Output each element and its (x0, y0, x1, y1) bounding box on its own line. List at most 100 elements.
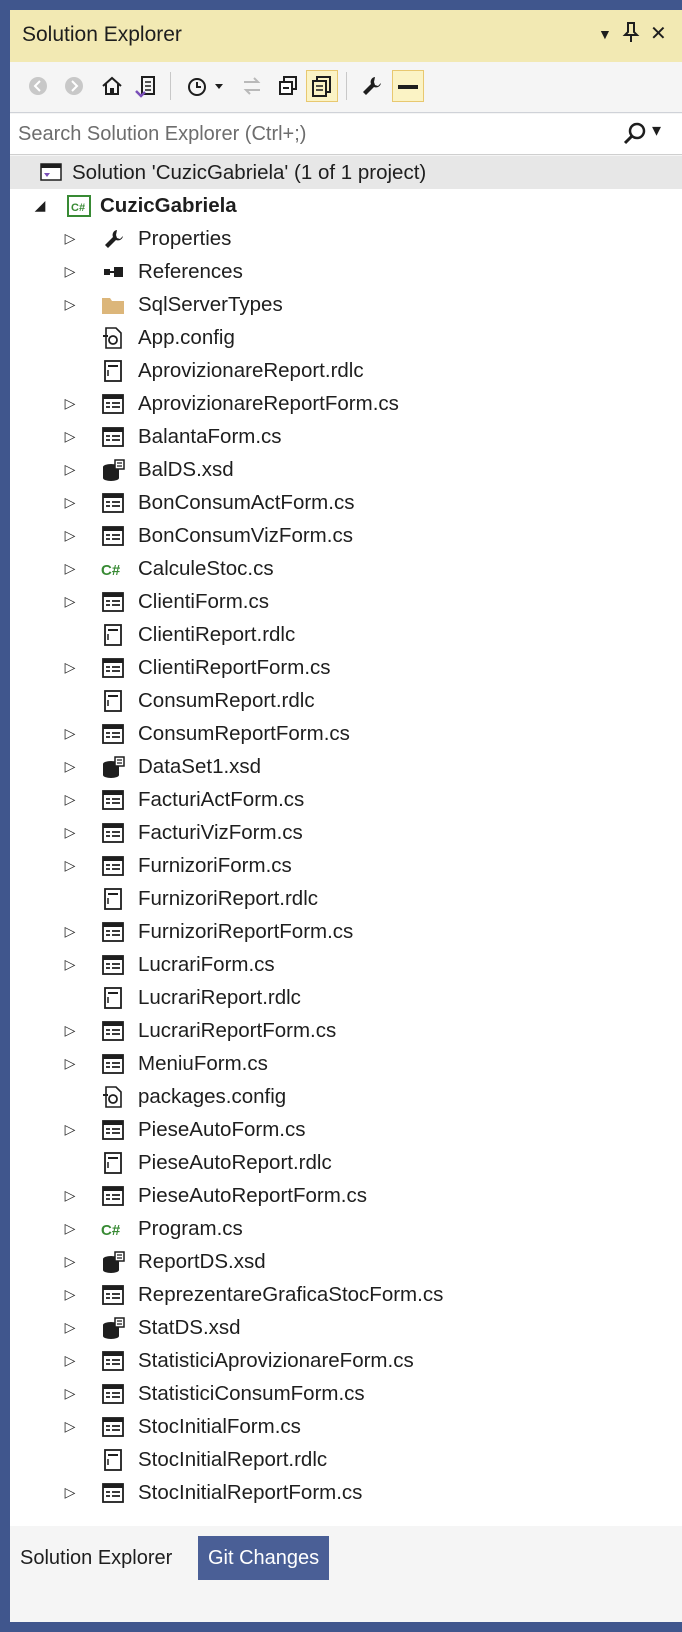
forward-icon[interactable] (58, 70, 90, 102)
tree-row-file[interactable]: ▷ ClientiReportForm.cs (10, 651, 682, 684)
expand-arrow-icon[interactable]: ▷ (62, 527, 78, 544)
switch-views-icon[interactable] (130, 70, 162, 102)
form-icon (100, 424, 126, 450)
expand-arrow-icon[interactable]: ▷ (62, 1484, 78, 1501)
solution-explorer-window: Solution Explorer ▼ ✕ Search Solution Ex… (10, 10, 682, 1622)
search-input[interactable] (18, 120, 618, 148)
expand-arrow-icon[interactable]: ▷ (62, 263, 78, 280)
expand-arrow-icon[interactable]: ▷ (62, 758, 78, 775)
tree-row-file[interactable]: ▷ AprovizionareReportForm.cs (10, 387, 682, 420)
tree-row-file[interactable]: ▷ SqlServerTypes (10, 288, 682, 321)
home-icon[interactable] (96, 70, 128, 102)
tree-row-file[interactable]: ▷ BalDS.xsd (10, 453, 682, 486)
pending-changes-filter-icon[interactable] (182, 70, 232, 102)
tree-item-label: packages.config (138, 1084, 287, 1108)
tree-row-file[interactable]: ▷ StocInitialReportForm.cs (10, 1476, 682, 1509)
tree-row-file[interactable]: App.config (10, 321, 682, 354)
tree-row-project[interactable]: ◢ C# CuzicGabriela (10, 189, 682, 222)
tree-row-file[interactable]: ▷ ConsumReportForm.cs (10, 717, 682, 750)
tree-row-file[interactable]: FurnizoriReport.rdlc (10, 882, 682, 915)
expand-arrow-icon[interactable]: ▷ (62, 1286, 78, 1303)
expand-arrow-icon[interactable]: ▷ (62, 725, 78, 742)
expand-arrow-icon[interactable]: ▷ (62, 1055, 78, 1072)
tree-row-file[interactable]: ▷ Properties (10, 222, 682, 255)
collapse-all-icon[interactable] (272, 70, 304, 102)
tree-row-file[interactable]: ▷ ReportDS.xsd (10, 1245, 682, 1278)
form-icon (100, 391, 126, 417)
wrench-icon (100, 226, 126, 252)
tree-row-file[interactable]: ConsumReport.rdlc (10, 684, 682, 717)
tree-row-file[interactable]: ▷ StatisticiAprovizionareForm.cs (10, 1344, 682, 1377)
preview-selected-items-icon[interactable] (392, 70, 424, 102)
tree-row-file[interactable]: ▷ StatDS.xsd (10, 1311, 682, 1344)
expand-arrow-icon[interactable]: ▷ (62, 395, 78, 412)
tree-row-solution[interactable]: Solution 'CuzicGabriela' (1 of 1 project… (10, 156, 682, 189)
tree-row-file[interactable]: ▷ StocInitialForm.cs (10, 1410, 682, 1443)
show-all-files-icon[interactable] (306, 70, 338, 102)
tree-row-file[interactable]: ▷ BonConsumVizForm.cs (10, 519, 682, 552)
tree-item-label: ClientiReport.rdlc (138, 622, 296, 646)
tree-row-file[interactable]: ▷ FurnizoriForm.cs (10, 849, 682, 882)
collapse-arrow-icon[interactable]: ◢ (32, 197, 48, 214)
expand-arrow-icon[interactable]: ▷ (62, 560, 78, 577)
svg-text:C#: C# (101, 562, 121, 579)
tree-row-file[interactable]: StocInitialReport.rdlc (10, 1443, 682, 1476)
expand-arrow-icon[interactable]: ▷ (62, 1385, 78, 1402)
expand-arrow-icon[interactable]: ▷ (62, 923, 78, 940)
tree-item-label: StocInitialReport.rdlc (138, 1447, 328, 1471)
search-icon[interactable] (622, 120, 648, 148)
tree-row-file[interactable]: ▷ PieseAutoReportForm.cs (10, 1179, 682, 1212)
tree-row-file[interactable]: packages.config (10, 1080, 682, 1113)
tree-row-file[interactable]: ▷ C# Program.cs (10, 1212, 682, 1245)
tree-row-file[interactable]: ▷ FurnizoriReportForm.cs (10, 915, 682, 948)
expand-arrow-icon[interactable]: ▷ (62, 1187, 78, 1204)
expand-arrow-icon[interactable]: ▷ (62, 461, 78, 478)
panel-title-bar[interactable]: Solution Explorer ▼ ✕ (10, 10, 682, 62)
expand-arrow-icon[interactable]: ▷ (62, 428, 78, 445)
tree-row-file[interactable]: ▷ LucrariReportForm.cs (10, 1014, 682, 1047)
expand-arrow-icon[interactable]: ▷ (62, 1121, 78, 1138)
expand-arrow-icon[interactable]: ▷ (62, 1352, 78, 1369)
tree-row-file[interactable]: ▷ LucrariForm.cs (10, 948, 682, 981)
expand-arrow-icon[interactable]: ▷ (62, 230, 78, 247)
tree-row-file[interactable]: LucrariReport.rdlc (10, 981, 682, 1014)
close-icon[interactable]: ✕ (650, 21, 667, 46)
expand-arrow-icon[interactable]: ▷ (62, 857, 78, 874)
tree-row-file[interactable]: ▷ C# CalculeStoc.cs (10, 552, 682, 585)
properties-wrench-icon[interactable] (356, 70, 388, 102)
tree-row-file[interactable]: ▷ BonConsumActForm.cs (10, 486, 682, 519)
search-options-dropdown-icon[interactable]: ▾ (652, 120, 661, 141)
tree-row-file[interactable]: ▷ PieseAutoForm.cs (10, 1113, 682, 1146)
back-icon[interactable] (22, 70, 54, 102)
expand-arrow-icon[interactable]: ▷ (62, 1418, 78, 1435)
tab-solution-explorer[interactable]: Solution Explorer (10, 1536, 183, 1580)
tree-row-file[interactable]: ▷ StatisticiConsumForm.cs (10, 1377, 682, 1410)
expand-arrow-icon[interactable]: ▷ (62, 824, 78, 841)
sync-with-active-document-icon[interactable] (236, 70, 268, 102)
tree-row-file[interactable]: PieseAutoReport.rdlc (10, 1146, 682, 1179)
expand-arrow-icon[interactable]: ▷ (62, 1220, 78, 1237)
expand-arrow-icon[interactable]: ▷ (62, 1022, 78, 1039)
tree-row-file[interactable]: ▷ FacturiVizForm.cs (10, 816, 682, 849)
expand-arrow-icon[interactable]: ▷ (62, 1319, 78, 1336)
expand-arrow-icon[interactable]: ▷ (62, 1253, 78, 1270)
tree-row-file[interactable]: ▷ BalantaForm.cs (10, 420, 682, 453)
tree-row-file[interactable]: ▷ References (10, 255, 682, 288)
tree-row-file[interactable]: ▷ DataSet1.xsd (10, 750, 682, 783)
expand-arrow-icon[interactable]: ▷ (62, 593, 78, 610)
pin-icon[interactable] (622, 21, 640, 49)
tree-row-file[interactable]: ▷ FacturiActForm.cs (10, 783, 682, 816)
window-position-dropdown-icon[interactable]: ▼ (598, 26, 612, 42)
expand-arrow-icon[interactable]: ▷ (62, 296, 78, 313)
expand-arrow-icon[interactable]: ▷ (62, 659, 78, 676)
tab-git-changes[interactable]: Git Changes (198, 1536, 330, 1580)
solution-icon (38, 160, 64, 186)
expand-arrow-icon[interactable]: ▷ (62, 494, 78, 511)
expand-arrow-icon[interactable]: ▷ (62, 956, 78, 973)
expand-arrow-icon[interactable]: ▷ (62, 791, 78, 808)
tree-row-file[interactable]: AprovizionareReport.rdlc (10, 354, 682, 387)
tree-row-file[interactable]: ▷ ClientiForm.cs (10, 585, 682, 618)
tree-row-file[interactable]: ▷ ReprezentareGraficaStocForm.cs (10, 1278, 682, 1311)
tree-row-file[interactable]: ClientiReport.rdlc (10, 618, 682, 651)
tree-row-file[interactable]: ▷ MeniuForm.cs (10, 1047, 682, 1080)
